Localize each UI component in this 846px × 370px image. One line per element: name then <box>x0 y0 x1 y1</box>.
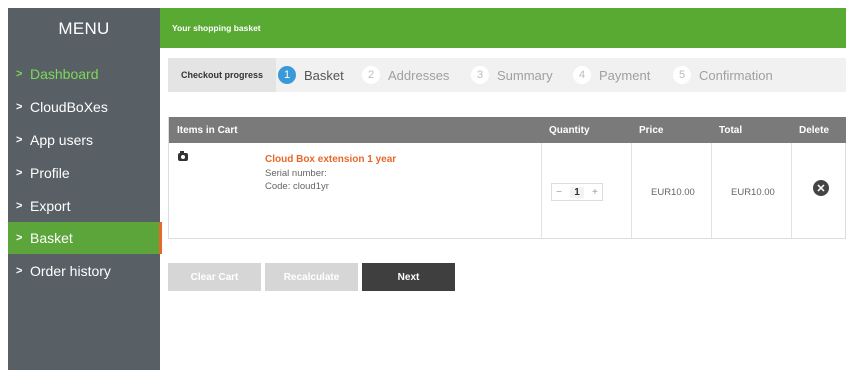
step-label: Summary <box>497 67 553 83</box>
table-row: Cloud Box extension 1 year Serial number… <box>169 143 845 238</box>
page-header: Your shopping basket <box>160 8 846 48</box>
product-code: Code: cloud1yr <box>265 181 329 192</box>
sidebar-item-label: Order history <box>30 263 111 279</box>
quantity-stepper: − 1 + <box>551 183 603 201</box>
chevron-right-icon: > <box>16 167 23 179</box>
item-total: EUR10.00 <box>731 187 775 198</box>
sidebar-item-dashboard[interactable]: > Dashboard <box>8 58 160 90</box>
sidebar-item-label: CloudBoXes <box>30 99 108 115</box>
column-divider <box>791 143 792 238</box>
sidebar-item-cloudboxes[interactable]: > CloudBoXes <box>8 91 160 123</box>
quantity-increase-button[interactable]: + <box>592 187 598 198</box>
step-summary[interactable]: 3 Summary <box>471 58 553 92</box>
next-button[interactable]: Next <box>362 263 455 291</box>
sidebar-item-basket[interactable]: > Basket <box>8 222 162 254</box>
chevron-right-icon: > <box>16 232 23 244</box>
sidebar-item-label: Export <box>30 198 71 214</box>
column-divider <box>541 143 542 238</box>
step-number: 1 <box>278 66 296 84</box>
step-label: Basket <box>304 67 344 83</box>
sidebar-item-label: Basket <box>30 230 73 246</box>
page-title: Your shopping basket <box>172 23 261 33</box>
sidebar-item-label: Dashboard <box>30 66 99 82</box>
sidebar-item-profile[interactable]: > Profile <box>8 157 160 189</box>
product-serial: Serial number: <box>265 168 327 179</box>
cart-table-header: Items in Cart Quantity Price Total Delet… <box>169 117 846 143</box>
delete-icon[interactable]: ✕ <box>813 180 829 196</box>
cart-table: Items in Cart Quantity Price Total Delet… <box>168 117 846 239</box>
checkout-progress: Checkout progress 1 Basket 2 Addresses 3… <box>168 58 846 92</box>
step-number: 4 <box>573 66 591 84</box>
column-header-items: Items in Cart <box>177 124 238 136</box>
chevron-right-icon: > <box>16 101 23 113</box>
sidebar-item-label: Profile <box>30 165 70 181</box>
sidebar-item-order-history[interactable]: > Order history <box>8 255 160 287</box>
camera-icon <box>178 151 188 161</box>
column-header-price: Price <box>639 124 664 136</box>
chevron-right-icon: > <box>16 200 23 212</box>
step-label: Confirmation <box>699 67 773 83</box>
item-price: EUR10.00 <box>651 187 695 198</box>
column-header-delete: Delete <box>799 124 830 136</box>
step-number: 2 <box>362 66 380 84</box>
column-header-total: Total <box>719 124 743 136</box>
quantity-value[interactable]: 1 <box>570 186 584 198</box>
recalculate-button[interactable]: Recalculate <box>265 263 358 291</box>
step-basket[interactable]: 1 Basket <box>278 58 344 92</box>
clear-cart-button[interactable]: Clear Cart <box>168 263 261 291</box>
chevron-right-icon: > <box>16 265 23 277</box>
step-number: 5 <box>673 66 691 84</box>
sidebar-item-label: App users <box>30 132 94 148</box>
sidebar-item-app-users[interactable]: > App users <box>8 124 160 156</box>
column-header-quantity: Quantity <box>549 124 590 136</box>
sidebar-item-export[interactable]: > Export <box>8 190 160 222</box>
quantity-decrease-button[interactable]: − <box>556 187 562 198</box>
checkout-progress-label: Checkout progress <box>168 58 276 92</box>
step-payment[interactable]: 4 Payment <box>573 58 650 92</box>
column-divider <box>631 143 632 238</box>
step-label: Addresses <box>388 67 450 83</box>
menu-title: MENU <box>58 19 110 38</box>
step-number: 3 <box>471 66 489 84</box>
step-addresses[interactable]: 2 Addresses <box>362 58 449 92</box>
chevron-right-icon: > <box>16 134 23 146</box>
chevron-right-icon: > <box>16 68 23 80</box>
step-confirmation[interactable]: 5 Confirmation <box>673 58 773 92</box>
product-name[interactable]: Cloud Box extension 1 year <box>265 154 396 165</box>
column-divider <box>711 143 712 238</box>
step-label: Payment <box>599 67 651 83</box>
